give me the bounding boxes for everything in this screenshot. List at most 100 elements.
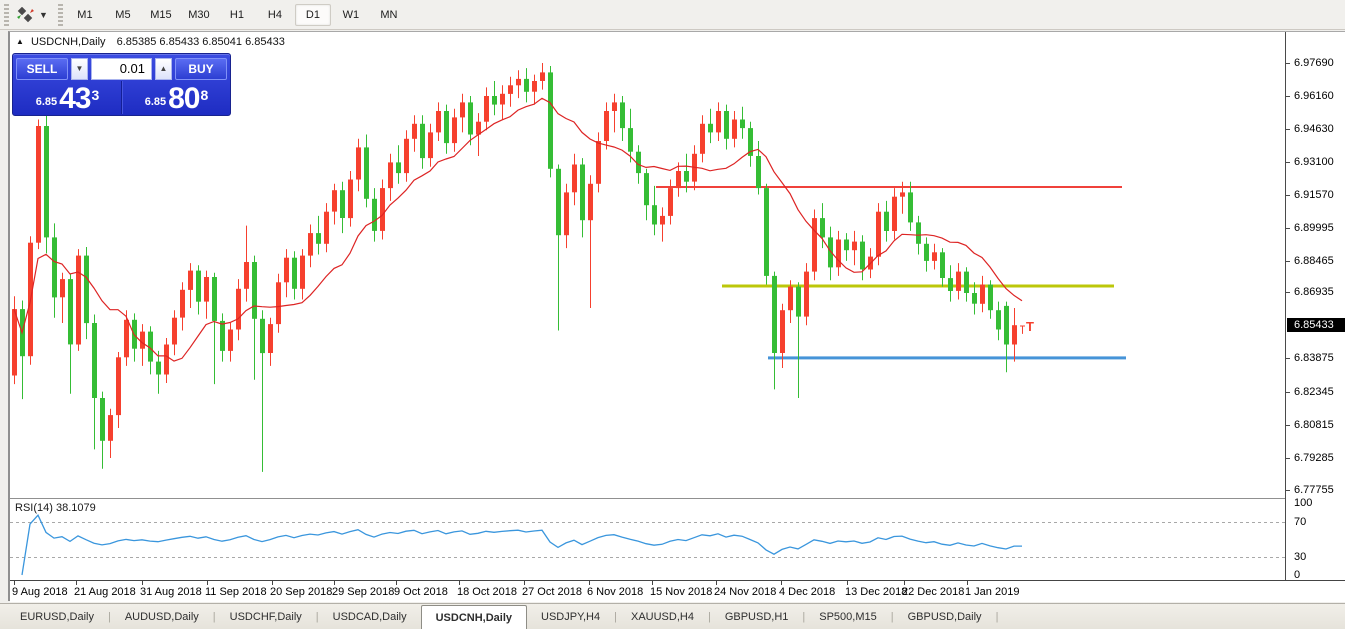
price-axis-label: 6.77755	[1294, 484, 1334, 496]
candle-body	[100, 398, 105, 441]
date-axis-label: 31 Aug 2018	[140, 586, 202, 598]
trade-arrows-icon[interactable]	[13, 5, 39, 25]
candle-body	[932, 252, 937, 261]
candle-body	[276, 282, 281, 324]
candle-body	[180, 290, 185, 318]
price-axis[interactable]: 6.976906.961606.946306.931006.915706.899…	[1285, 32, 1345, 580]
candle-body	[380, 188, 385, 231]
candle-body	[444, 111, 449, 143]
candle-body	[108, 415, 113, 441]
date-axis-tick	[652, 581, 653, 585]
candle-body	[804, 272, 809, 317]
candle-body	[628, 128, 633, 152]
price-axis-tick	[1286, 392, 1290, 393]
candle-body	[196, 271, 201, 302]
timeframe-button-h4[interactable]: H4	[257, 4, 293, 26]
chart-tab-usdcad-daily[interactable]: USDCAD,Daily	[319, 604, 421, 629]
candle-body	[1004, 306, 1009, 345]
timeframe-button-m5[interactable]: M5	[105, 4, 141, 26]
candle-body	[588, 184, 593, 220]
candle-body	[716, 111, 721, 132]
volume-increase-button[interactable]: ▲	[155, 58, 172, 80]
candle-body	[500, 94, 505, 105]
timeframe-button-d1[interactable]: D1	[295, 4, 331, 26]
candle-body	[556, 169, 561, 235]
chart-tab-usdjpy-h4[interactable]: USDJPY,H4	[527, 604, 614, 629]
chart-tab-gbpusd-h1[interactable]: GBPUSD,H1	[711, 604, 803, 629]
timeframe-button-mn[interactable]: MN	[371, 4, 407, 26]
chart-tab-eurusd-daily[interactable]: EURUSD,Daily	[6, 604, 108, 629]
buy-price[interactable]: 6.85 80 8	[121, 81, 230, 114]
candle-body	[188, 271, 193, 290]
candle-body	[204, 277, 209, 302]
candle-body	[332, 190, 337, 211]
buy-price-prefix: 6.85	[145, 96, 166, 108]
sell-price[interactable]: 6.85 43 3	[13, 81, 121, 114]
rsi-line	[22, 515, 1022, 575]
date-axis-label: 22 Dec 2018	[902, 586, 964, 598]
candle-body	[116, 357, 121, 415]
chart-tab-xauusd-h4[interactable]: XAUUSD,H4	[617, 604, 708, 629]
candle-body	[764, 188, 769, 276]
chart-title: ▲ USDCNH,Daily 6.85385 6.85433 6.85041 6…	[16, 36, 285, 48]
sell-price-point: 3	[92, 87, 100, 103]
candle-body	[436, 111, 441, 132]
collapse-panel-icon[interactable]: ▲	[16, 37, 24, 46]
candle-body	[972, 293, 977, 304]
timeframe-button-m15[interactable]: M15	[143, 4, 179, 26]
candle-body	[228, 330, 233, 351]
date-axis-label: 27 Oct 2018	[522, 586, 582, 598]
candle-body	[708, 124, 713, 133]
date-axis-label: 15 Nov 2018	[650, 586, 712, 598]
candle-body	[364, 147, 369, 198]
one-click-trading-panel: SELL ▼ 0.01 ▲ BUY 6.85 43 3 6.85 80 8	[12, 53, 231, 116]
chart-tab-audusd-daily[interactable]: AUDUSD,Daily	[111, 604, 213, 629]
timeframe-button-m30[interactable]: M30	[181, 4, 217, 26]
date-axis[interactable]: 9 Aug 201821 Aug 201831 Aug 201811 Sep 2…	[10, 580, 1345, 602]
date-axis-label: 6 Nov 2018	[587, 586, 643, 598]
price-axis-tick	[1286, 162, 1290, 163]
timeframe-button-w1[interactable]: W1	[333, 4, 369, 26]
buy-button[interactable]: BUY	[175, 58, 227, 80]
candle-body	[508, 85, 513, 94]
candle-body	[780, 310, 785, 353]
candle-body	[756, 156, 761, 188]
candle-body	[140, 332, 145, 349]
sell-button[interactable]: SELL	[16, 58, 68, 80]
candle-body	[788, 287, 793, 311]
price-axis-tick	[1286, 63, 1290, 64]
date-axis-label: 9 Aug 2018	[12, 586, 68, 598]
price-axis-label: 6.88465	[1294, 255, 1334, 267]
chart-tab-gbpusd-daily[interactable]: GBPUSD,Daily	[894, 604, 996, 629]
candle-body	[516, 79, 521, 85]
chart-tab-sp500-m15[interactable]: SP500,M15	[805, 604, 890, 629]
timeframe-button-h1[interactable]: H1	[219, 4, 255, 26]
date-axis-tick	[459, 581, 460, 585]
rsi-indicator-label: RSI(14) 38.1079	[15, 502, 96, 514]
candle-body	[652, 205, 657, 224]
volume-decrease-button[interactable]: ▼	[71, 58, 88, 80]
candle-body	[924, 244, 929, 261]
toolbar-grip-2[interactable]	[58, 4, 63, 26]
price-axis-label: 6.94630	[1294, 123, 1334, 135]
candle-body	[916, 222, 921, 243]
candle-body	[620, 102, 625, 128]
chart-tab-usdchf-daily[interactable]: USDCHF,Daily	[216, 604, 316, 629]
candle-body	[844, 240, 849, 251]
candle-body	[676, 171, 681, 188]
price-axis-tick	[1286, 458, 1290, 459]
candle-body	[740, 120, 745, 129]
toolbar-grip[interactable]	[4, 4, 9, 26]
chevron-down-icon[interactable]: ▼	[39, 10, 48, 20]
sell-price-prefix: 6.85	[36, 96, 57, 108]
tab-separator: |	[996, 604, 999, 629]
date-axis-label: 24 Nov 2018	[714, 586, 776, 598]
candle-body	[812, 218, 817, 272]
volume-input[interactable]: 0.01	[91, 58, 152, 80]
price-axis-tick	[1286, 129, 1290, 130]
chart-tab-usdcnh-daily[interactable]: USDCNH,Daily	[421, 605, 527, 629]
candle-body	[460, 102, 465, 117]
candle-body	[852, 242, 857, 251]
candle-body	[124, 320, 129, 358]
timeframe-button-m1[interactable]: M1	[67, 4, 103, 26]
